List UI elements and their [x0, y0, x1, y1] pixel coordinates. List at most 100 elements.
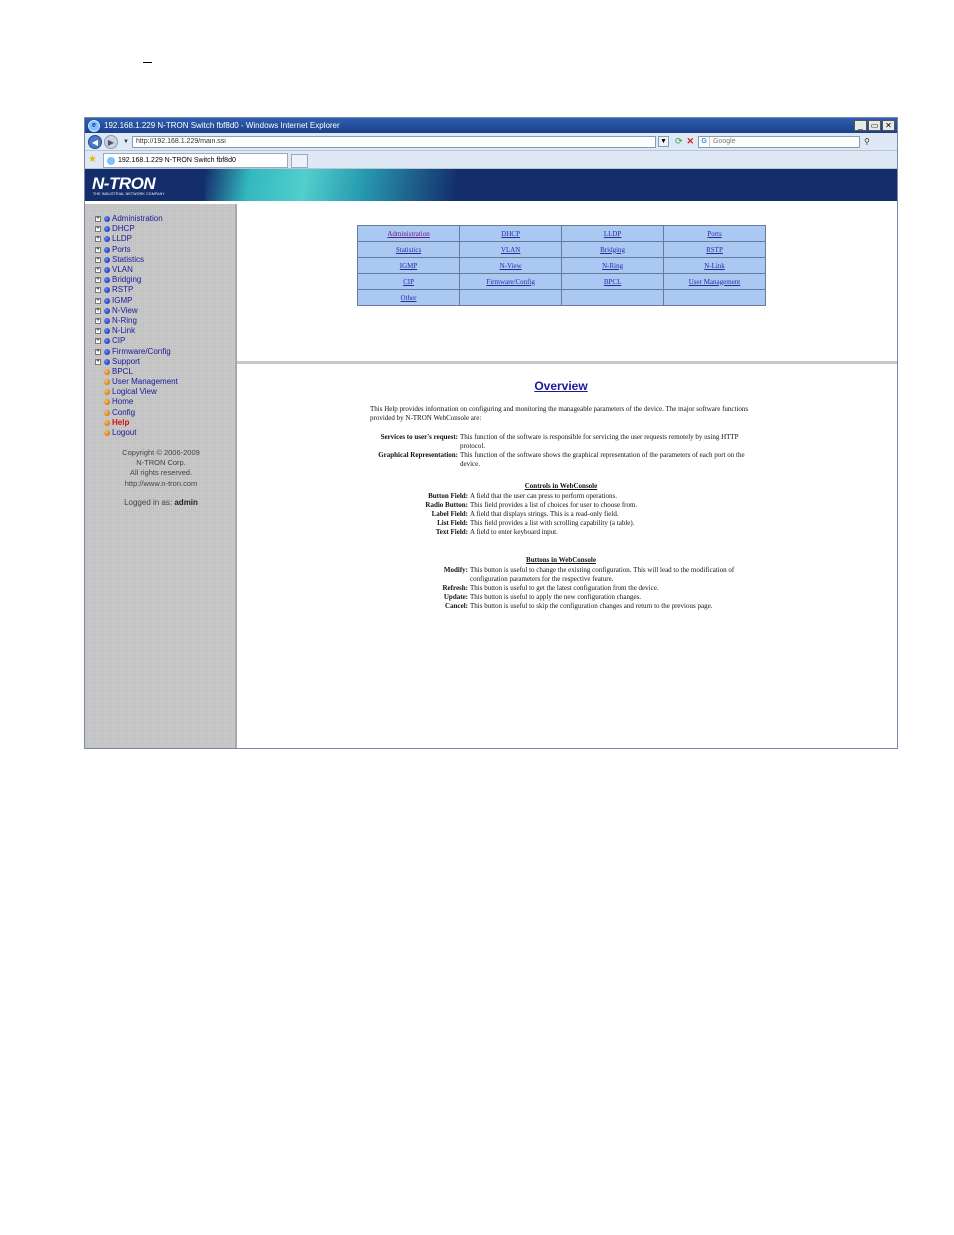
link-cell[interactable]: Bridging [561, 241, 664, 258]
link-other[interactable]: Other [401, 294, 417, 302]
definition-row: List Field: This field provides a list wi… [337, 519, 757, 528]
favorites-star-icon[interactable]: ★ [88, 154, 97, 165]
sidebar-item-n-ring[interactable]: + N-Ring [95, 316, 178, 326]
empty-cell [459, 289, 563, 306]
sidebar-item-config[interactable]: Config [95, 408, 178, 418]
sidebar-item-logical-view[interactable]: Logical View [95, 387, 178, 397]
quick-links-table: Administration DHCP LLDP Ports Statistics VLA… [356, 225, 766, 306]
ntron-banner: N-TRON THE INDUSTRIAL NETWORK COMPANY [85, 169, 897, 201]
sidebar-item-administration[interactable]: + Administration [95, 214, 178, 224]
orange-bullet-icon [104, 399, 110, 406]
link-cell[interactable]: VLAN [459, 241, 563, 258]
expand-plus-icon[interactable]: + [95, 317, 101, 324]
new-tab-button[interactable] [290, 153, 308, 168]
link-cell[interactable]: N-View [459, 257, 563, 274]
sidebar-item-igmp[interactable]: + IGMP [95, 296, 178, 306]
expand-plus-icon[interactable]: + [95, 256, 101, 263]
link-cell[interactable]: Firmware/Config [459, 273, 563, 290]
link-cell[interactable]: BPCL [561, 273, 664, 290]
link-dhcp[interactable]: DHCP [501, 230, 520, 238]
expand-plus-icon[interactable]: + [95, 226, 101, 233]
link-bridging[interactable]: Bridging [600, 246, 625, 254]
sidebar-item-statistics[interactable]: + Statistics [95, 255, 178, 265]
link-cip[interactable]: CIP [403, 278, 414, 286]
sidebar-item-support[interactable]: + Support [95, 357, 178, 367]
expand-plus-icon[interactable]: + [95, 267, 101, 274]
sidebar-item-rstp[interactable]: + RSTP [95, 285, 178, 295]
sidebar-item-ports[interactable]: + Ports [95, 245, 178, 255]
expand-plus-icon[interactable]: + [95, 338, 101, 345]
sidebar-item-logout[interactable]: Logout [95, 428, 178, 438]
sidebar-item-n-link[interactable]: + N-Link [95, 326, 178, 336]
link-rstp[interactable]: RSTP [706, 246, 723, 254]
maximize-button[interactable]: ▭ [868, 120, 881, 131]
link-cell[interactable]: User Management [663, 273, 766, 290]
expand-plus-icon[interactable]: + [95, 307, 101, 314]
expand-plus-icon[interactable]: + [95, 277, 101, 284]
link-n-view[interactable]: N-View [500, 262, 522, 270]
expand-plus-icon[interactable]: + [95, 358, 101, 365]
link-cell[interactable]: Ports [663, 225, 766, 242]
link-n-link[interactable]: N-Link [704, 262, 725, 270]
search-input[interactable]: G Google [698, 135, 861, 148]
link-cell[interactable]: DHCP [459, 225, 563, 242]
link-cell[interactable]: CIP [356, 273, 461, 290]
definition-term: Graphical Representation: [378, 451, 458, 459]
address-input[interactable] [131, 135, 656, 148]
link-cell[interactable]: Administration [356, 225, 461, 242]
link-cell[interactable]: LLDP [561, 225, 664, 242]
expand-plus-icon[interactable]: + [95, 246, 101, 253]
stop-icon[interactable]: ✕ [687, 136, 695, 147]
link-cell[interactable]: Other [356, 289, 461, 306]
ntron-tagline: THE INDUSTRIAL NETWORK COMPANY [93, 192, 165, 196]
link-bpcl[interactable]: BPCL [604, 278, 622, 286]
link-cell[interactable]: N-Link [663, 257, 766, 274]
sidebar-item-home[interactable]: Home [95, 397, 178, 407]
expand-plus-icon[interactable]: + [95, 328, 101, 335]
link-lldp[interactable]: LLDP [604, 230, 622, 238]
link-cell[interactable]: Statistics [356, 241, 461, 258]
sidebar-item-firmware-config[interactable]: + Firmware/Config [95, 346, 178, 356]
tab-switch[interactable]: 192.168.1.229 N-TRON Switch fbf8d0 [102, 153, 288, 168]
sidebar-item-cip[interactable]: + CIP [95, 336, 178, 346]
sidebar-item-help[interactable]: Help [95, 418, 178, 428]
expand-plus-icon[interactable]: + [95, 297, 101, 304]
help-intro: This Help provides information on config… [370, 405, 749, 422]
forward-button[interactable]: ▶ [104, 134, 118, 149]
link-n-ring[interactable]: N-Ring [602, 262, 623, 270]
link-cell[interactable]: N-Ring [561, 257, 664, 274]
definition-row: Button Field: A field that the user can p… [337, 492, 757, 501]
expand-plus-icon[interactable]: + [95, 216, 101, 223]
link-cell[interactable]: RSTP [663, 241, 766, 258]
link-igmp[interactable]: IGMP [400, 262, 418, 270]
link-user-management[interactable]: User Management [689, 278, 741, 286]
sidebar-item-n-view[interactable]: + N-View [95, 306, 178, 316]
expand-plus-icon[interactable]: + [95, 348, 101, 355]
link-ports[interactable]: Ports [707, 230, 721, 238]
sidebar-item-lldp[interactable]: + LLDP [95, 234, 178, 244]
link-administration[interactable]: Administration [387, 230, 429, 238]
expand-plus-icon[interactable]: + [95, 287, 101, 294]
history-dropdown-icon[interactable]: ▼ [123, 139, 129, 145]
sidebar-item-dhcp[interactable]: + DHCP [95, 224, 178, 234]
sidebar-item-user-management[interactable]: User Management [95, 377, 178, 387]
link-vlan[interactable]: VLAN [501, 246, 520, 254]
back-button[interactable]: ◀ [88, 134, 102, 149]
minimize-button[interactable]: _ [854, 120, 867, 131]
refresh-icon[interactable]: ⟳ [675, 136, 683, 147]
search-icon[interactable]: ⚲ [864, 137, 870, 146]
definition-row: Modify: This button is useful to change t… [337, 566, 757, 584]
sidebar-item-bpcl[interactable]: BPCL [95, 367, 178, 377]
address-dropdown-icon[interactable]: ▼ [657, 136, 669, 147]
google-icon: G [699, 136, 711, 147]
link-statistics[interactable]: Statistics [396, 246, 421, 254]
link-firmware-config[interactable]: Firmware/Config [486, 278, 535, 286]
expand-plus-icon[interactable]: + [95, 236, 101, 243]
sidebar-item-bridging[interactable]: + Bridging [95, 275, 178, 285]
link-cell[interactable]: IGMP [356, 257, 461, 274]
close-button[interactable]: ✕ [882, 120, 895, 131]
sidebar-item-vlan[interactable]: + VLAN [95, 265, 178, 275]
